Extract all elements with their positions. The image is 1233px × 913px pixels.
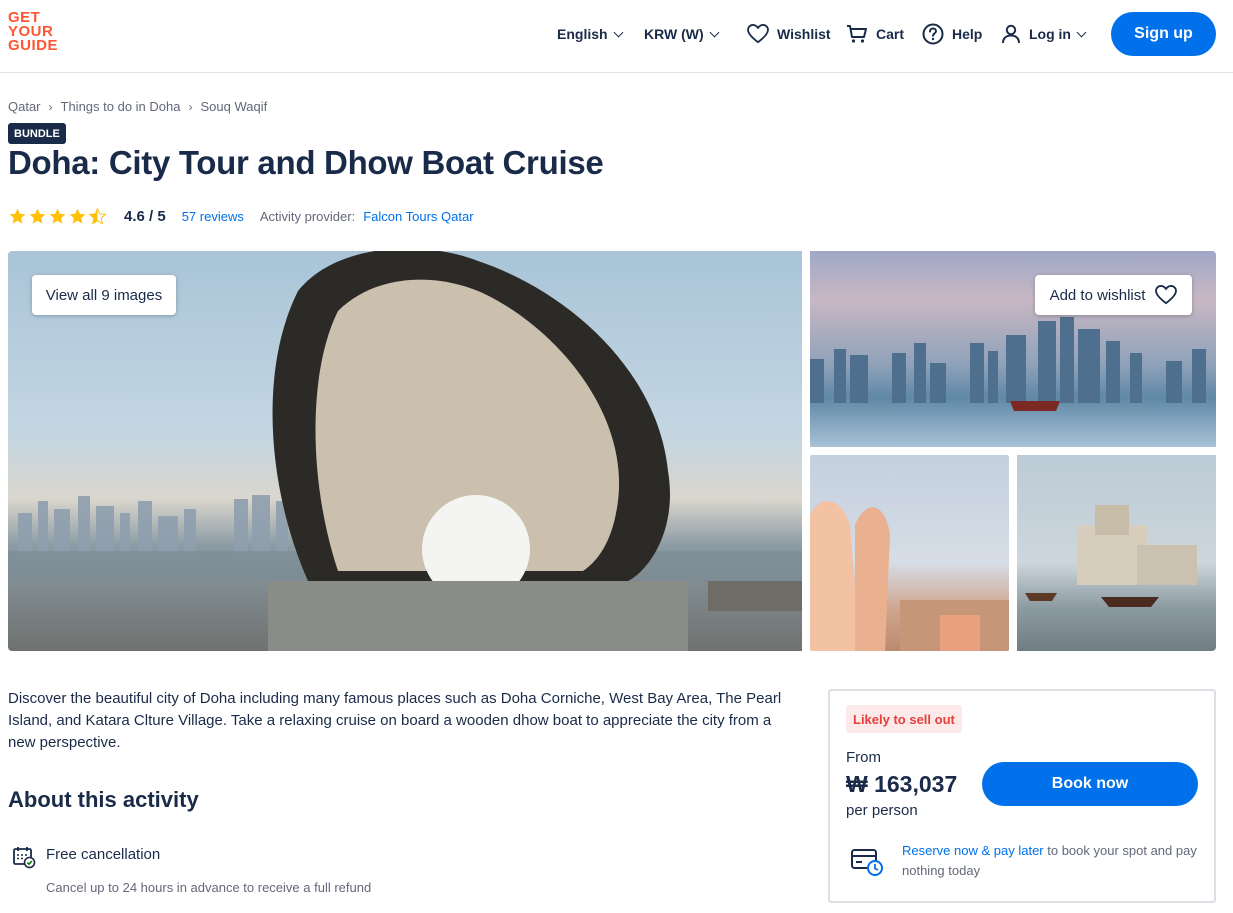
sign-up-button[interactable]: Sign up	[1111, 12, 1216, 56]
heart-icon	[747, 24, 769, 44]
user-icon	[1001, 24, 1021, 44]
price-from-label: From	[846, 749, 881, 766]
free-cancellation-subtitle: Cancel up to 24 hours in advance to rece…	[46, 880, 372, 895]
calendar-check-icon	[12, 845, 36, 874]
activity-description: Discover the beautiful city of Doha incl…	[8, 690, 782, 751]
likely-to-sell-out-badge: Likely to sell out	[846, 705, 962, 733]
breadcrumb-qatar[interactable]: Qatar	[8, 99, 41, 114]
site-header: GET YOUR GUIDE English KRW (W) Wishlist …	[0, 0, 1233, 73]
chevron-down-icon	[613, 27, 624, 37]
star-rating	[8, 206, 108, 226]
breadcrumb-souq-waqif[interactable]: Souq Waqif	[200, 99, 267, 114]
getyourguide-logo[interactable]: GET YOUR GUIDE	[8, 10, 68, 53]
chevron-down-icon	[709, 27, 720, 37]
page-title: Doha: City Tour and Dhow Boat Cruise	[8, 144, 604, 181]
breadcrumb: Qatar › Things to do in Doha › Souq Waqi…	[8, 99, 267, 114]
add-to-wishlist-button[interactable]: Add to wishlist	[1035, 275, 1192, 315]
cart-icon	[846, 24, 868, 44]
star-icon	[49, 208, 66, 224]
provider-link[interactable]: Falcon Tours Qatar	[363, 209, 473, 224]
rating-row: 4.6 / 5 57 reviews Activity provider: Fa…	[8, 204, 474, 228]
reserve-now-link[interactable]: Reserve now & pay later	[902, 843, 1044, 858]
about-heading: About this activity	[8, 787, 199, 812]
chevron-right-icon: ›	[48, 99, 53, 114]
bundle-badge: BUNDLE	[8, 123, 66, 144]
reviews-link[interactable]: 57 reviews	[182, 209, 244, 224]
language-selector[interactable]: English	[557, 20, 624, 48]
heart-icon	[1155, 285, 1178, 305]
reserve-now-text: Reserve now & pay later to book your spo…	[902, 843, 1197, 878]
star-icon	[9, 208, 26, 224]
help-icon	[922, 23, 944, 45]
payment-clock-icon	[850, 847, 884, 882]
provider-label: Activity provider:	[259, 208, 356, 224]
katara-pigeon-towers-image[interactable]	[810, 455, 1009, 651]
price-value: ₩ 163,037	[846, 771, 958, 797]
half-star-icon	[88, 206, 107, 225]
currency-selector[interactable]: KRW (W)	[644, 20, 720, 48]
star-icon	[29, 208, 46, 224]
view-all-images-button[interactable]: View all 9 images	[32, 275, 176, 315]
cart-link[interactable]: Cart	[846, 20, 904, 48]
rating-value: 4.6 / 5	[124, 207, 166, 225]
museum-islamic-art-image[interactable]	[1017, 455, 1216, 651]
book-now-button[interactable]: Book now	[982, 762, 1198, 806]
free-cancellation-title: Free cancellation	[46, 846, 161, 863]
wishlist-link[interactable]: Wishlist	[747, 20, 831, 48]
breadcrumb-things-to-do[interactable]: Things to do in Doha	[61, 99, 181, 114]
booking-card: Likely to sell out From ₩ 163,037 per pe…	[828, 689, 1216, 903]
chevron-right-icon: ›	[188, 99, 193, 114]
per-person-label: per person	[846, 802, 918, 819]
help-link[interactable]: Help	[922, 20, 982, 48]
login-menu[interactable]: Log in	[1001, 20, 1087, 48]
chevron-down-icon	[1076, 27, 1087, 37]
star-icon	[69, 208, 86, 224]
